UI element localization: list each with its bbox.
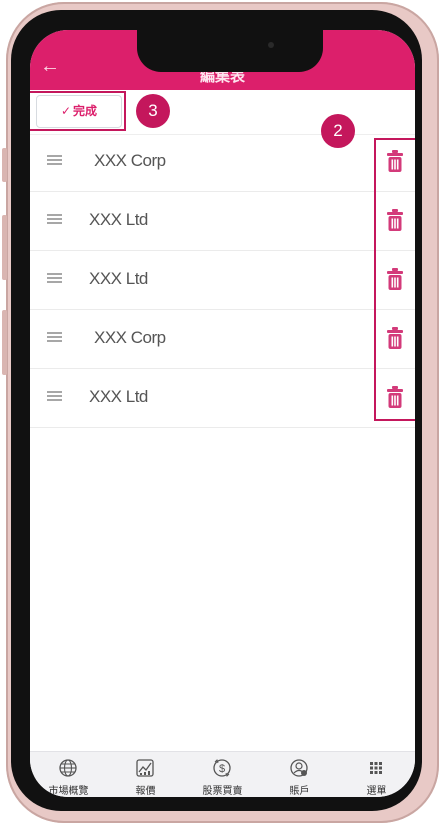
tab-menu[interactable]: 選單: [338, 752, 415, 797]
app-screen: ← 編集表 ✓ 完成 3 2 XXX Corp XXX Ltd XXX Ltd X…: [30, 30, 415, 797]
trash-icon[interactable]: [386, 386, 404, 408]
drag-handle-icon[interactable]: [47, 155, 62, 167]
tab-account[interactable]: 賬戶: [261, 752, 338, 797]
done-button-label: 完成: [73, 104, 98, 118]
device-notch: [137, 30, 323, 72]
watchlist-row: XXX Ltd: [30, 251, 415, 310]
watchlist-row: XXX Ltd: [30, 192, 415, 251]
side-button-volume-up: [2, 215, 7, 280]
bottom-tab-bar: 市場概覽 報價 $ 股票買賣 賬戶 選單: [30, 751, 415, 797]
edit-toolbar: ✓ 完成 3: [30, 90, 415, 135]
tab-label: 選單: [366, 786, 387, 797]
side-button-mute: [2, 148, 7, 182]
watchlist-row: XXX Ltd: [30, 369, 415, 428]
tab-label: 報價: [135, 786, 156, 797]
tab-stock-trading[interactable]: $ 股票買賣: [184, 752, 261, 797]
tab-label: 市場概覽: [48, 786, 89, 797]
tab-label: 賬戶: [289, 786, 310, 797]
stock-name: XXX Ltd: [89, 269, 148, 288]
watchlist-row: XXX Corp: [30, 310, 415, 369]
checkmark-icon: ✓: [60, 104, 72, 118]
tab-label: 股票買賣: [202, 786, 243, 797]
side-button-volume-down: [2, 310, 7, 375]
step-badge-done: 3: [136, 94, 170, 128]
stock-name: XXX Corp: [94, 328, 166, 347]
watchlist-row: XXX Corp: [30, 133, 415, 192]
drag-handle-icon[interactable]: [47, 332, 62, 344]
tab-market-overview[interactable]: 市場概覽: [30, 752, 107, 797]
done-button[interactable]: ✓ 完成: [36, 95, 122, 128]
stock-name: XXX Corp: [94, 151, 166, 170]
dollar-icon: $: [213, 759, 231, 777]
stock-name: XXX Ltd: [89, 210, 148, 229]
stock-name: XXX Ltd: [89, 387, 148, 406]
drag-handle-icon[interactable]: [47, 214, 62, 226]
camera-icon: [268, 42, 274, 48]
trash-icon[interactable]: [386, 209, 404, 231]
trash-icon[interactable]: [386, 327, 404, 349]
globe-icon: [59, 759, 77, 777]
chart-icon: [136, 759, 154, 777]
trash-icon[interactable]: [386, 150, 404, 172]
trash-icon[interactable]: [386, 268, 404, 290]
grid-menu-icon: [370, 762, 382, 774]
svg-text:$: $: [219, 763, 225, 775]
drag-handle-icon[interactable]: [47, 273, 62, 285]
tab-quotes[interactable]: 報價: [107, 752, 184, 797]
drag-handle-icon[interactable]: [47, 391, 62, 403]
account-icon: [290, 759, 308, 777]
